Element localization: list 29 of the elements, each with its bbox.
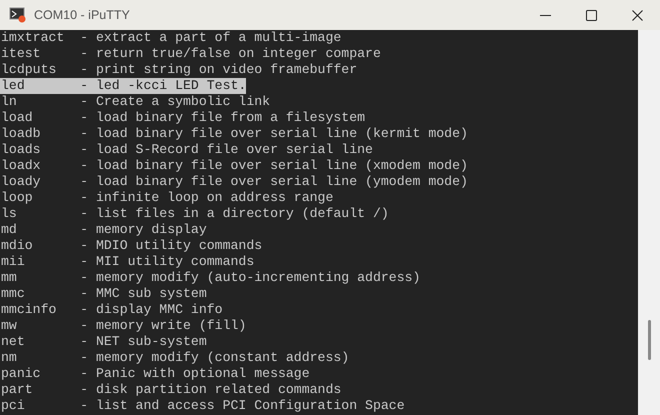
terminal-line: pci - list and access PCI Configuration Space xyxy=(0,398,405,414)
terminal-line: mmc - MMC sub system xyxy=(0,286,207,302)
terminal-line: mmcinfo - display MMC info xyxy=(0,302,223,318)
terminal-line: md - memory display xyxy=(0,222,207,238)
terminal-line: imxtract - extract a part of a multi-image xyxy=(0,30,342,46)
terminal-line: itest - return true/false on integer compare xyxy=(0,46,381,62)
terminal-line: mdio - MDIO utility commands xyxy=(0,238,262,254)
terminal-line: mii - MII utility commands xyxy=(0,254,254,270)
scrollbar-thumb[interactable] xyxy=(648,320,651,360)
terminal-line: ln - Create a symbolic link xyxy=(0,94,270,110)
terminal-line: load - load binary file from a filesystem xyxy=(0,110,366,126)
terminal-line: ls - list files in a directory (default /) xyxy=(0,206,389,222)
terminal-line: lcdputs - print string on video framebuffer xyxy=(0,62,358,78)
terminal-line: mw - memory write (fill) xyxy=(0,318,246,334)
terminal-line: loady - load binary file over serial line (ymodem mode) xyxy=(0,174,468,190)
terminal-line: loop - infinite loop on address range xyxy=(0,190,334,206)
maximize-icon xyxy=(586,10,596,20)
terminal-line: loadb - load binary file over serial line (kermit mode) xyxy=(0,126,468,142)
terminal-icon xyxy=(9,7,27,23)
terminal-line: mm - memory modify (auto-incrementing address) xyxy=(0,270,420,286)
terminal-line: loadx - load binary file over serial line (xmodem mode) xyxy=(0,158,468,174)
terminal-line: loads - load S-Record file over serial line xyxy=(0,142,373,158)
terminal-line: panic - Panic with optional message xyxy=(0,366,310,382)
close-icon xyxy=(632,10,642,20)
minimize-icon xyxy=(540,14,550,16)
terminal-line: net - NET sub-system xyxy=(0,334,207,350)
window-title: COM10 - iPuTTY xyxy=(34,8,130,22)
terminal-line: nm - memory modify (constant address) xyxy=(0,350,350,366)
terminal-line: part - disk partition related commands xyxy=(0,382,342,398)
